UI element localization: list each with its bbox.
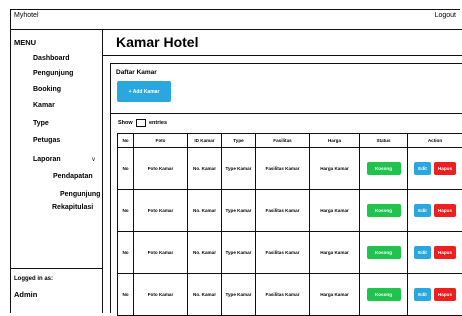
cell-action: EditHapus bbox=[408, 148, 462, 190]
logged-in-label: Logged in as: bbox=[14, 276, 53, 282]
show-label: Show bbox=[118, 120, 133, 126]
header-fasilitas[interactable]: Fasilitas bbox=[256, 134, 310, 148]
cell-type: Type Kamar bbox=[222, 148, 256, 190]
sidebar-item-booking[interactable]: Booking bbox=[33, 86, 61, 93]
sidebar-item-pengunjung-report[interactable]: Pengunjung bbox=[60, 191, 100, 198]
title-divider bbox=[103, 55, 462, 56]
cell-action: EditHapus bbox=[408, 232, 462, 274]
kamar-table: No Foto ID Kamar Type Fasilitas Harga St… bbox=[117, 133, 462, 316]
hapus-button[interactable]: Hapus bbox=[434, 204, 456, 217]
cell-foto: Foto Kamar bbox=[134, 190, 188, 232]
cell-type: Type Kamar bbox=[222, 190, 256, 232]
cell-status: Kosong bbox=[360, 232, 408, 274]
cell-action: EditHapus bbox=[408, 190, 462, 232]
cell-harga: Harga Kamar bbox=[310, 274, 360, 316]
table-row: No Foto Kamar No. Kamar Type Kamar Fasil… bbox=[118, 190, 462, 232]
hapus-button[interactable]: Hapus bbox=[434, 288, 456, 301]
cell-id-kamar: No. Kamar bbox=[188, 148, 222, 190]
cell-fasilitas: Fasilitas Kamar bbox=[256, 274, 310, 316]
cell-type: Type Kamar bbox=[222, 274, 256, 316]
table-row: No Foto Kamar No. Kamar Type Kamar Fasil… bbox=[118, 274, 462, 316]
sidebar-item-laporan[interactable]: Laporan bbox=[33, 156, 61, 163]
cell-foto: Foto Kamar bbox=[134, 232, 188, 274]
cell-id-kamar: No. Kamar bbox=[188, 232, 222, 274]
cell-foto: Foto Kamar bbox=[134, 148, 188, 190]
cell-harga: Harga Kamar bbox=[310, 190, 360, 232]
entries-label: entries bbox=[149, 120, 167, 126]
card-divider bbox=[110, 113, 462, 114]
page-title: Kamar Hotel bbox=[116, 34, 198, 50]
top-bar bbox=[10, 9, 462, 30]
sidebar-item-dashboard[interactable]: Dashboard bbox=[33, 55, 70, 62]
status-badge: Kosong bbox=[367, 162, 401, 175]
header-status[interactable]: Status bbox=[360, 134, 408, 148]
header-no[interactable]: No bbox=[118, 134, 134, 148]
card-title: Daftar Kamar bbox=[116, 69, 157, 76]
header-type[interactable]: Type bbox=[222, 134, 256, 148]
status-badge: Kosong bbox=[367, 288, 401, 301]
cell-status: Kosong bbox=[360, 190, 408, 232]
edit-button[interactable]: Edit bbox=[414, 246, 431, 259]
table-header-row: No Foto ID Kamar Type Fasilitas Harga St… bbox=[118, 134, 462, 148]
status-badge: Kosong bbox=[367, 246, 401, 259]
sidebar-item-rekapitulasi[interactable]: Rekapitulasi bbox=[52, 204, 93, 211]
cell-type: Type Kamar bbox=[222, 232, 256, 274]
user-name: Admin bbox=[14, 290, 37, 299]
cell-no: No bbox=[118, 274, 134, 316]
logout-link[interactable]: Logout bbox=[435, 12, 456, 19]
cell-harga: Harga Kamar bbox=[310, 232, 360, 274]
sidebar-item-kamar[interactable]: Kamar bbox=[33, 102, 55, 109]
edit-button[interactable]: Edit bbox=[414, 204, 431, 217]
edit-button[interactable]: Edit bbox=[414, 288, 431, 301]
sidebar-item-type[interactable]: Type bbox=[33, 120, 49, 127]
table-row: No Foto Kamar No. Kamar Type Kamar Fasil… bbox=[118, 232, 462, 274]
sidebar-item-pengunjung[interactable]: Pengunjung bbox=[33, 70, 73, 77]
entries-select[interactable] bbox=[136, 119, 146, 127]
table-row: No Foto Kamar No. Kamar Type Kamar Fasil… bbox=[118, 148, 462, 190]
status-badge: Kosong bbox=[367, 204, 401, 217]
cell-no: No bbox=[118, 190, 134, 232]
cell-fasilitas: Fasilitas Kamar bbox=[256, 148, 310, 190]
sidebar-item-petugas[interactable]: Petugas bbox=[33, 137, 60, 144]
cell-id-kamar: No. Kamar bbox=[188, 274, 222, 316]
cell-foto: Foto Kamar bbox=[134, 274, 188, 316]
cell-fasilitas: Fasilitas Kamar bbox=[256, 232, 310, 274]
cell-fasilitas: Fasilitas Kamar bbox=[256, 190, 310, 232]
header-action[interactable]: Action bbox=[408, 134, 462, 148]
app-title: Myhotel bbox=[14, 12, 39, 19]
cell-no: No bbox=[118, 232, 134, 274]
header-harga[interactable]: Harga bbox=[310, 134, 360, 148]
hapus-button[interactable]: Hapus bbox=[434, 162, 456, 175]
cell-no: No bbox=[118, 148, 134, 190]
sidebar-item-pendapatan[interactable]: Pendapatan bbox=[53, 173, 93, 180]
cell-action: EditHapus bbox=[408, 274, 462, 316]
cell-status: Kosong bbox=[360, 148, 408, 190]
hapus-button[interactable]: Hapus bbox=[434, 246, 456, 259]
edit-button[interactable]: Edit bbox=[414, 162, 431, 175]
cell-harga: Harga Kamar bbox=[310, 148, 360, 190]
cell-id-kamar: No. Kamar bbox=[188, 190, 222, 232]
chevron-down-icon[interactable]: v bbox=[92, 157, 95, 163]
add-kamar-button[interactable]: + Add Kamar bbox=[117, 81, 171, 102]
header-id-kamar[interactable]: ID Kamar bbox=[188, 134, 222, 148]
menu-title: MENU bbox=[14, 38, 36, 47]
header-foto[interactable]: Foto bbox=[134, 134, 188, 148]
cell-status: Kosong bbox=[360, 274, 408, 316]
